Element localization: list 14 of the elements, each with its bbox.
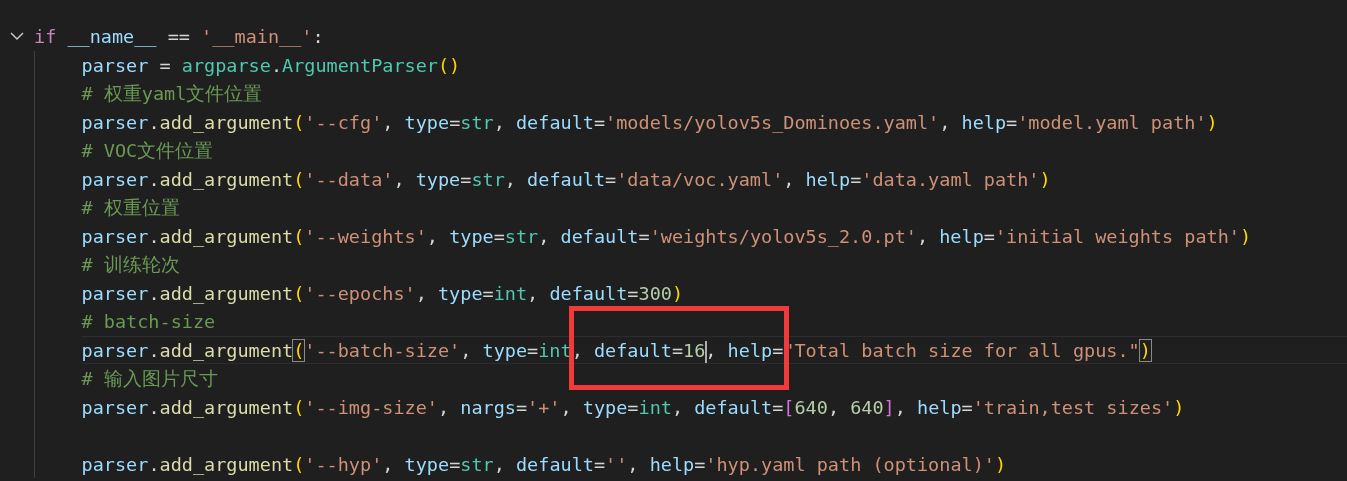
code-line: parser.add_argument('--img-size', nargs='+', type=int, default=[640, 640], help='train,test sizes'): [81, 395, 1186, 420]
code-line: # 权重yaml文件位置: [81, 82, 264, 106]
code-line: # 训练轮次: [81, 253, 181, 277]
code-line: parser = argparse.ArgumentParser(): [81, 53, 462, 78]
code-line: # batch-size: [81, 310, 217, 334]
code-line: if __name__ == '__main__':: [34, 25, 325, 49]
code-line: parser.add_argument('--cfg', type=str, default='models/yolov5s_Dominoes.yaml', help='model.yaml path'): [81, 110, 1219, 135]
code-line: # VOC文件位置: [81, 139, 215, 163]
code-line: parser.add_argument('--epochs', type=int, default=300): [81, 281, 685, 306]
code-line: parser.add_argument('--hyp', type=str, default='', help='hyp.yaml path (optional)'): [81, 452, 1008, 477]
code-line: parser.add_argument('--weights', type=str, default='weights/yolov5s_2.0.pt', help='initial weights path'): [81, 224, 1253, 249]
code-line: # 输入图片尺寸: [81, 367, 219, 391]
code-line: # 权重位置: [81, 196, 181, 220]
code-line: parser.add_argument('--data', type=str, default='data/voc.yaml', help='data.yaml path'): [81, 167, 1052, 192]
